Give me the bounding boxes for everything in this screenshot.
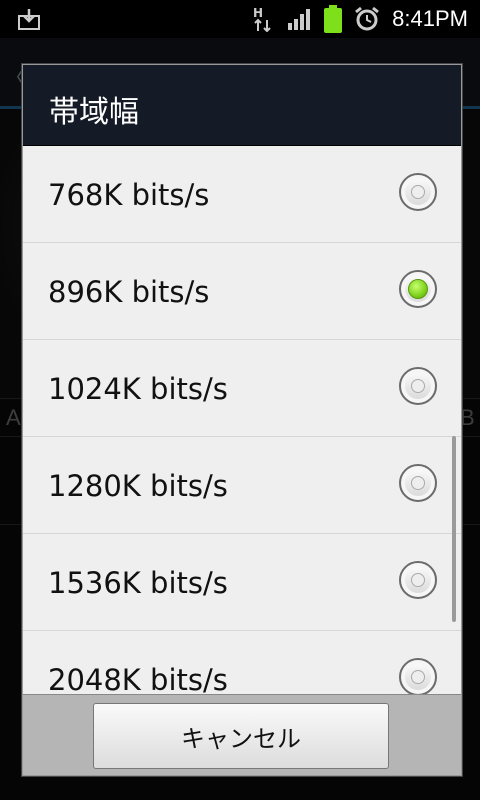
option-label: 1024K bits/s — [48, 372, 228, 406]
radio-button-icon[interactable] — [399, 464, 437, 502]
signal-icon — [288, 8, 312, 30]
status-time: 8:41PM — [392, 6, 468, 31]
dialog-button-bar: キャンセル — [23, 694, 461, 775]
option-label: 2048K bits/s — [48, 663, 228, 694]
radio-button-icon[interactable] — [399, 658, 437, 694]
option-896k[interactable]: 896K bits/s — [23, 243, 461, 340]
bandwidth-dialog: 帯域幅 768K bits/s 896K bits/s 1024K bits/s… — [22, 64, 462, 776]
option-1280k[interactable]: 1280K bits/s — [23, 437, 461, 534]
download-icon — [18, 8, 40, 30]
option-label: 896K bits/s — [48, 275, 210, 309]
network-h-icon: H — [252, 6, 276, 32]
radio-button-icon[interactable] — [399, 367, 437, 405]
radio-button-icon[interactable] — [399, 561, 437, 599]
network-h-label: H — [253, 6, 263, 20]
cancel-button-label: キャンセル — [181, 724, 301, 753]
option-1024k[interactable]: 1024K bits/s — [23, 340, 461, 437]
bandwidth-option-list[interactable]: 768K bits/s 896K bits/s 1024K bits/s 128… — [23, 146, 461, 694]
option-label: 768K bits/s — [48, 178, 210, 212]
option-768k[interactable]: 768K bits/s — [23, 146, 461, 243]
dialog-title: 帯域幅 — [49, 95, 139, 130]
option-label: 1280K bits/s — [48, 469, 228, 503]
alarm-icon — [354, 6, 380, 32]
status-bar: H 8:41PM — [0, 0, 480, 38]
radio-button-icon[interactable] — [399, 173, 437, 211]
option-1536k[interactable]: 1536K bits/s — [23, 534, 461, 631]
option-2048k[interactable]: 2048K bits/s — [23, 631, 461, 694]
radio-button-checked-icon[interactable] — [399, 270, 437, 308]
option-label: 1536K bits/s — [48, 566, 228, 600]
cancel-button[interactable]: キャンセル — [93, 703, 389, 769]
dialog-title-bar: 帯域幅 — [23, 65, 461, 146]
battery-icon — [324, 5, 343, 33]
list-scrollbar[interactable] — [452, 436, 456, 622]
